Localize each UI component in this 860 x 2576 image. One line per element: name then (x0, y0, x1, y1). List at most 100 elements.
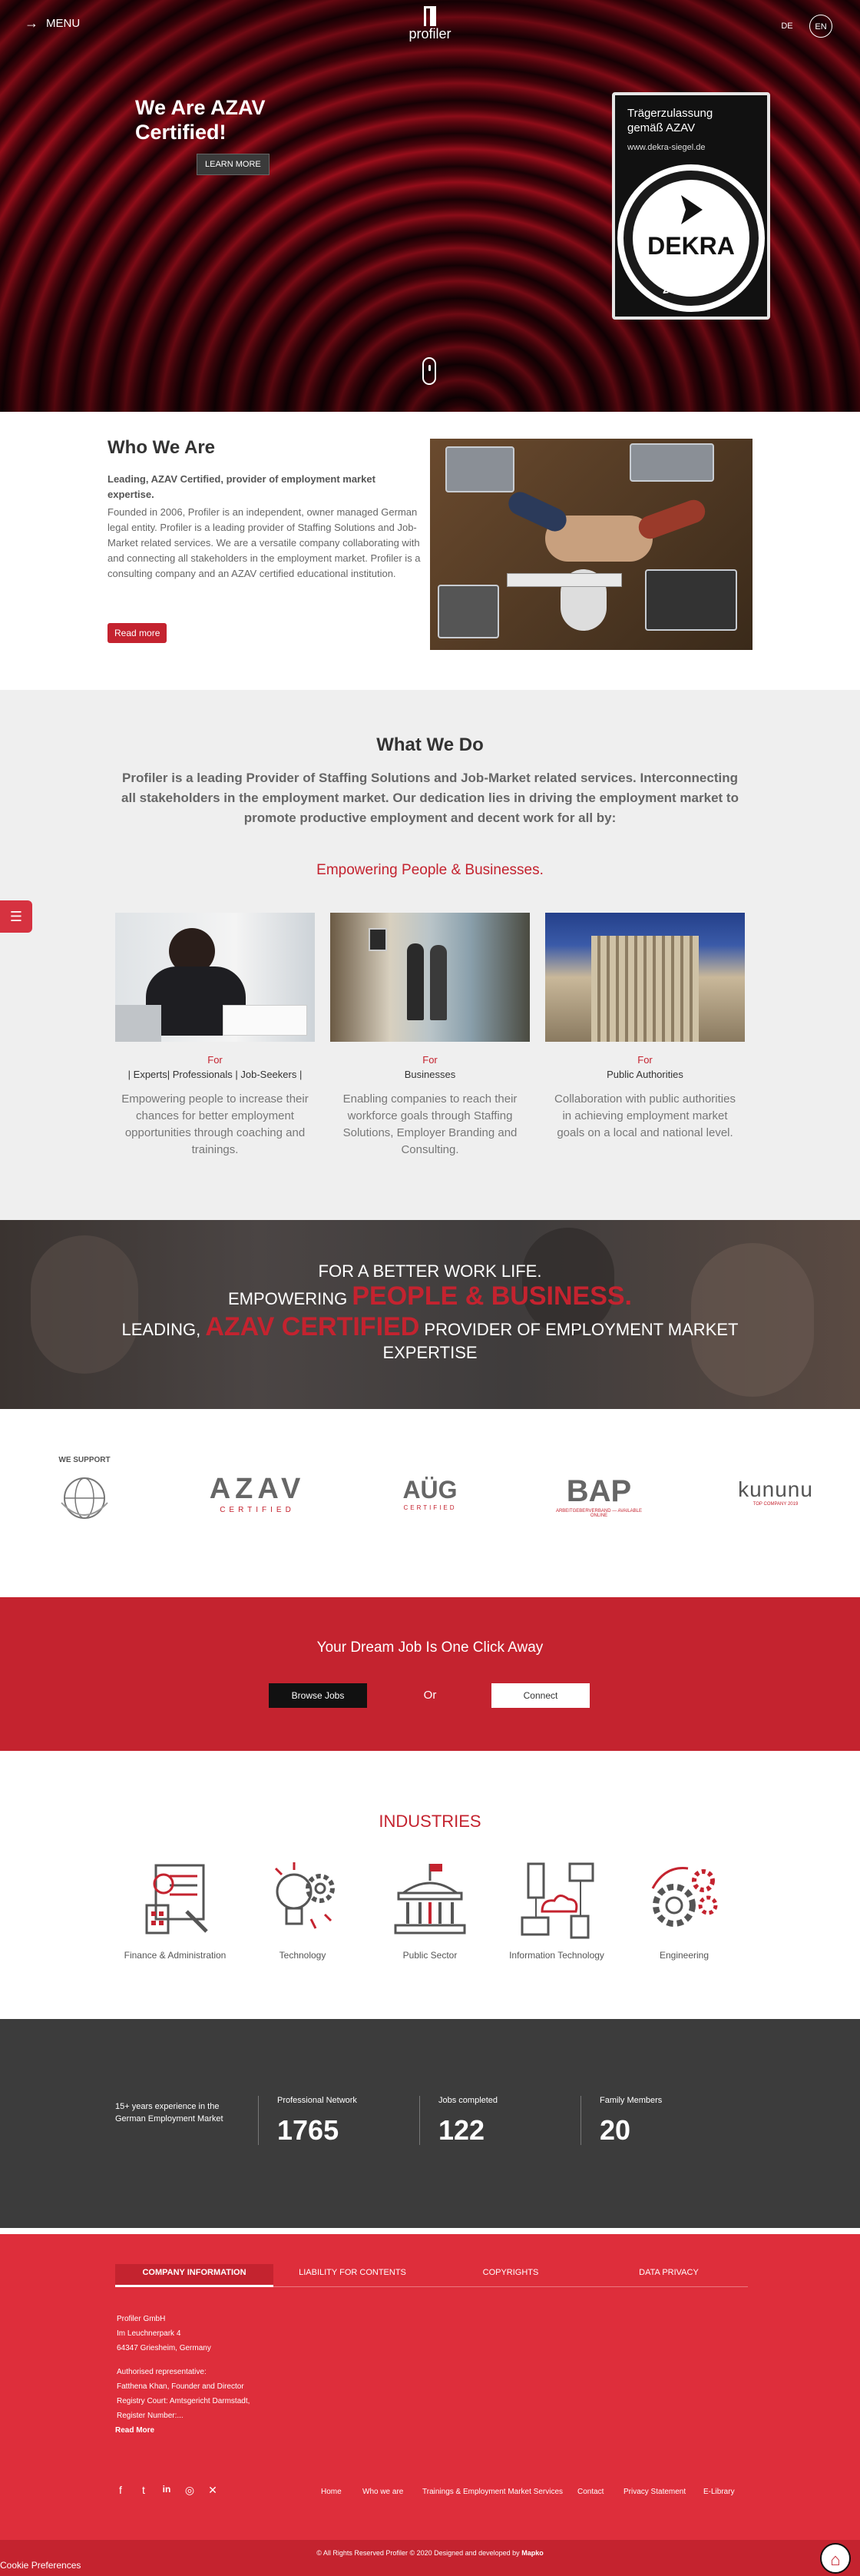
column-audience: Businesses (404, 1069, 456, 1080)
lang-en[interactable]: EN (809, 15, 832, 38)
aug-logo[interactable]: AÜG CERTIFIED (392, 1456, 468, 1540)
banner-line3: LEADING, AZAV CERTIFIED PROVIDER OF EMPL… (115, 1312, 745, 1364)
arrow-right-icon: → (25, 15, 38, 31)
person-silhouette (430, 945, 447, 1020)
laptop-shape (115, 1005, 161, 1042)
aug-word: AÜG (402, 1476, 458, 1503)
industries-title: INDUSTRIES (379, 1812, 481, 1831)
tab-company-information[interactable]: COMPANY INFORMATION (115, 2264, 273, 2287)
sleeve-shape (635, 496, 709, 542)
laptop-shape (645, 569, 737, 631)
footer-read-more-link[interactable]: Read More (115, 2423, 301, 2438)
xing-icon[interactable]: ✕ (205, 2484, 220, 2497)
industry-public[interactable]: Public Sector (372, 1858, 488, 1961)
tab-divider (115, 2286, 748, 2287)
banner-section (0, 1220, 860, 1409)
linkedin-icon[interactable]: in (159, 2484, 174, 2495)
gears-icon (651, 1867, 718, 1927)
column-for: For (422, 1054, 438, 1066)
banner-line3c: PROVIDER OF EMPLOYMENT MARKET EXPERTISE (382, 1320, 739, 1362)
government-building-icon (394, 1864, 466, 1934)
footer-link-home[interactable]: Home (321, 2488, 342, 2496)
what-title: What We Do (376, 734, 484, 755)
lang-de[interactable]: DE (776, 15, 799, 38)
office-window-photo (330, 913, 530, 1042)
what-tagline: Empowering People & Businesses. (316, 862, 544, 878)
stat-label: Professional Network (277, 2096, 357, 2105)
address-line: Im Leuchnerpark 4 (117, 2329, 181, 2338)
industry-engineering[interactable]: Engineering (627, 1858, 742, 1961)
industry-it[interactable]: Information Technology (499, 1858, 614, 1961)
tab-copyrights[interactable]: COPYRIGHTS (432, 2264, 590, 2287)
badge-line2: gemäß AZAV (627, 121, 696, 134)
who-title: Who We Are (108, 437, 216, 458)
banner-line3b: AZAV CERTIFIED (205, 1312, 420, 1341)
profiler-logo-mark (424, 6, 436, 26)
home-icon[interactable]: ⌂ (820, 2543, 851, 2574)
bap-sub: ARBEITGEBERVERBAND — AVAILABLE ONLINE (555, 1509, 643, 1518)
footer-link-who[interactable]: Who we are (362, 2488, 403, 2496)
cta-section (0, 1597, 860, 1751)
tab-data-privacy[interactable]: DATA PRIVACY (590, 2264, 748, 2287)
rep-line: Authorised representative: (117, 2368, 207, 2376)
kununu-logo[interactable]: kununu TOP COMPANY 2019 (722, 1456, 829, 1540)
industry-label: Engineering (659, 1950, 710, 1961)
banner-line2b: PEOPLE & BUSINESS. (352, 1281, 632, 1311)
bap-logo[interactable]: BAP ARBEITGEBERVERBAND — AVAILABLE ONLIN… (553, 1456, 645, 1540)
industry-label: Technology (279, 1950, 326, 1961)
developer-link[interactable]: Mapko (521, 2549, 544, 2557)
connect-button[interactable]: Connect (491, 1683, 590, 1708)
badge-line1: Trägerzulassung (627, 107, 713, 120)
facebook-icon[interactable]: f (113, 2484, 128, 2496)
menu-button[interactable]: → MENU (25, 15, 80, 31)
browse-jobs-button[interactable]: Browse Jobs (269, 1683, 367, 1708)
copyright: © All Rights Reserved Profiler © 2020 De… (0, 2549, 860, 2557)
woman-desk-photo (115, 913, 315, 1042)
cta-title: Your Dream Job Is One Click Away (316, 1639, 544, 1656)
scroll-indicator-icon[interactable] (422, 357, 436, 385)
paper-shape (223, 1005, 307, 1036)
badge-url: www.dekra-siegel.de (627, 143, 706, 152)
building-photo (545, 913, 745, 1042)
banner-line3a: LEADING, (121, 1320, 201, 1339)
site-logo[interactable]: profiler (399, 6, 461, 42)
footer-link-trainings[interactable]: Trainings & Employment Market Services (422, 2488, 563, 2496)
column-desc: Enabling companies to reach their workfo… (342, 1092, 518, 1156)
hero-inner: → MENU profiler DE EN We Are AZAV Certif… (0, 0, 860, 412)
global-compact-logo[interactable]: WE SUPPORT (46, 1456, 123, 1540)
azav-word: AZAV (209, 1473, 306, 1505)
address-line: Profiler GmbH (117, 2315, 166, 2323)
rep-line: Register Number:... (117, 2412, 184, 2420)
dekra-badge: Trägerzulassung gemäß AZAV www.dekra-sieg… (612, 92, 770, 320)
azav-logo[interactable]: AZAV CERTIFIED (207, 1456, 307, 1540)
column-desc: Empowering people to increase their chan… (121, 1092, 309, 1156)
column-audience: | Experts| Professionals | Job-Seekers | (127, 1069, 303, 1080)
dekra-word: DEKRA (647, 232, 735, 260)
aug-sub: CERTIFIED (403, 1504, 457, 1511)
read-more-button[interactable]: Read more (108, 623, 167, 643)
banner-line1: FOR A BETTER WORK LIFE. (318, 1261, 542, 1281)
side-menu-tab[interactable]: ☰ (0, 900, 32, 933)
footer-link-elibrary[interactable]: E-Library (703, 2488, 735, 2496)
footer-link-contact[interactable]: Contact (577, 2488, 604, 2496)
laptop-shape (445, 446, 514, 492)
tab-liability[interactable]: LIABILITY FOR CONTENTS (273, 2264, 432, 2287)
footer-link-privacy[interactable]: Privacy Statement (624, 2488, 686, 2496)
bottom-bar (0, 2540, 860, 2576)
who-lead: Leading, AZAV Certified, provider of emp… (108, 473, 375, 500)
industry-technology[interactable]: Technology (245, 1858, 360, 1961)
stat-value: 1765 (277, 2114, 339, 2146)
globe-icon (61, 1477, 108, 1519)
industry-finance[interactable]: Finance & Administration (117, 1858, 233, 1961)
laptop-shape (630, 443, 714, 482)
cloud-network-icon (521, 1862, 594, 1939)
instagram-icon[interactable]: ◎ (182, 2484, 197, 2497)
twitter-icon[interactable]: t (136, 2484, 151, 2496)
learn-more-button[interactable]: LEARN MORE (197, 154, 270, 175)
cookie-preferences-link[interactable]: Cookie Preferences (0, 2560, 81, 2571)
column-experts: For | Experts| Professionals | Job-Seeke… (115, 913, 315, 1159)
stat-jobs: Jobs completed 122 (419, 2096, 542, 2146)
laptop-shape (438, 585, 499, 638)
company-address: Profiler GmbH Im Leuchnerpark 4 64347 Gr… (115, 2312, 301, 2438)
industry-label: Information Technology (509, 1950, 604, 1961)
